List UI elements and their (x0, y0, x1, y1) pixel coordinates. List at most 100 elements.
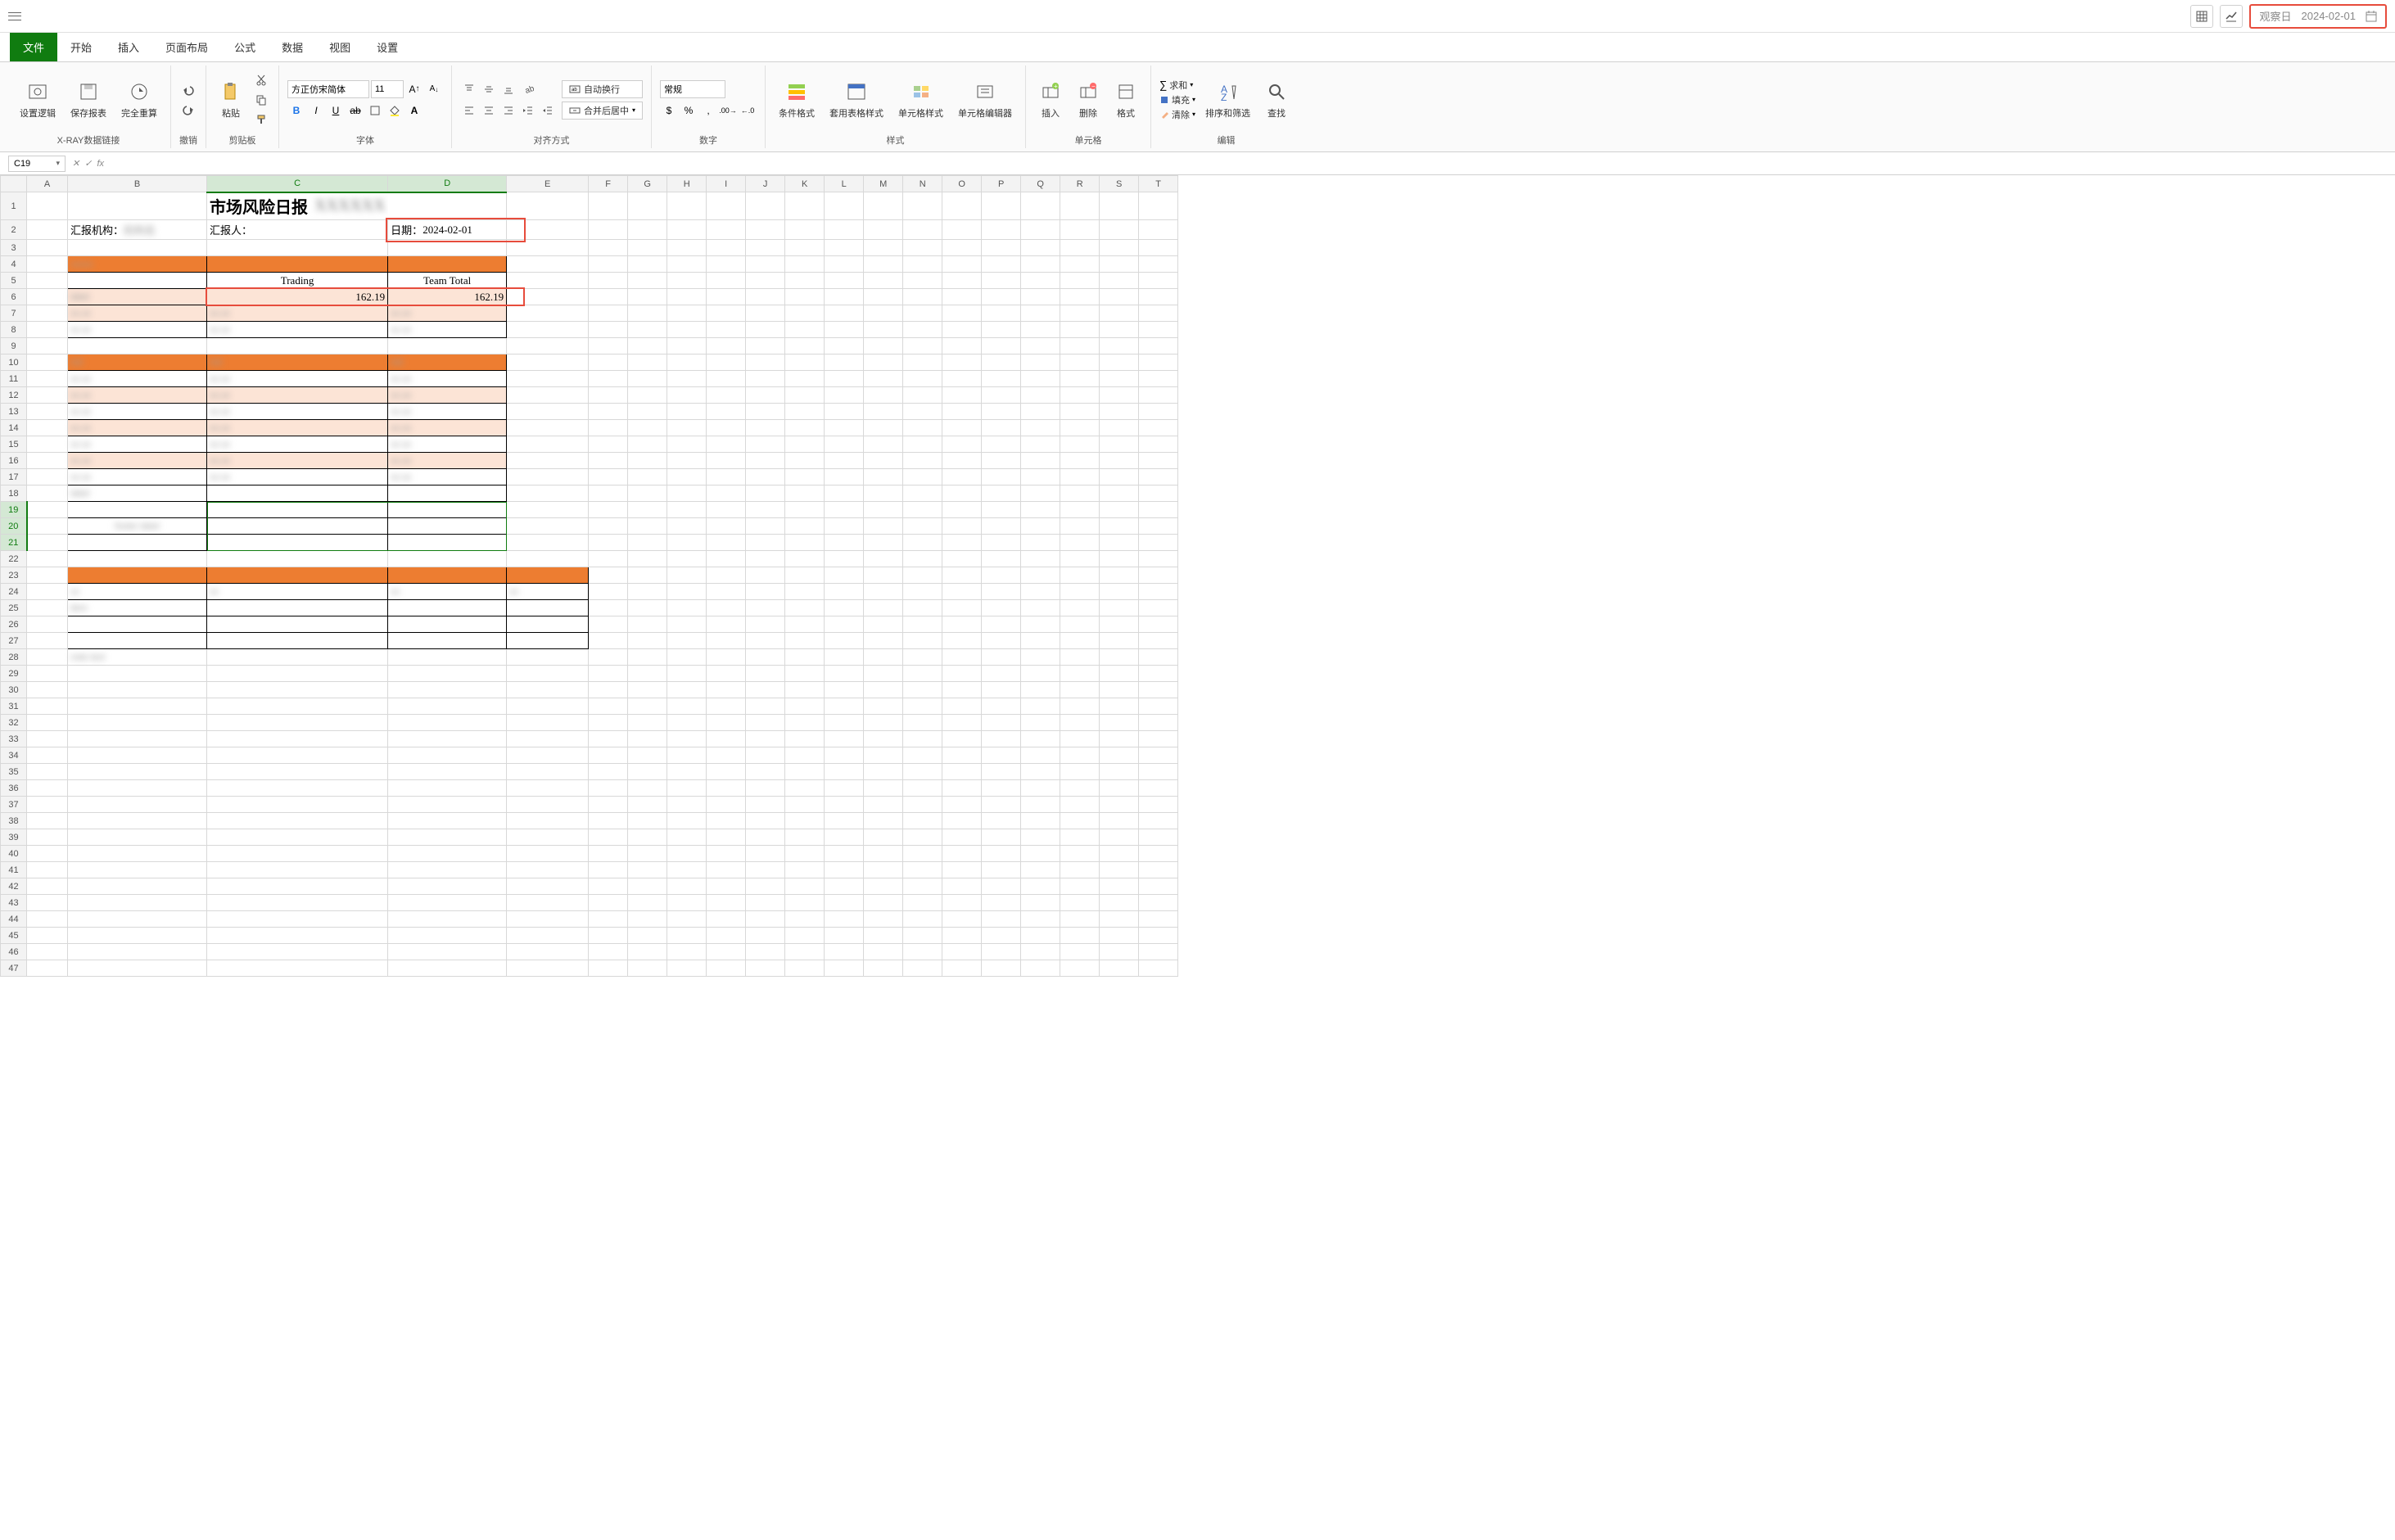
cell-N2[interactable] (903, 220, 942, 240)
cell-L21[interactable] (825, 535, 864, 551)
underline-button[interactable]: U (327, 102, 345, 120)
cell-Q10[interactable] (1021, 355, 1060, 371)
cell-A42[interactable] (27, 878, 68, 895)
cell-H30[interactable] (667, 682, 707, 698)
cell-L46[interactable] (825, 944, 864, 960)
cell-R7[interactable] (1060, 305, 1100, 322)
cell-H5[interactable] (667, 273, 707, 289)
cell-I43[interactable] (707, 895, 746, 911)
cell-L11[interactable] (825, 371, 864, 387)
cell-G4[interactable] (628, 256, 667, 273)
cell-E14[interactable] (507, 420, 589, 436)
redo-button[interactable] (179, 101, 197, 119)
cell-L27[interactable] (825, 633, 864, 649)
cell-S41[interactable] (1100, 862, 1139, 878)
cell-K44[interactable] (785, 911, 825, 928)
cell-I18[interactable] (707, 485, 746, 502)
col-header-G[interactable]: G (628, 176, 667, 192)
undo-button[interactable] (179, 81, 197, 99)
row-header-18[interactable]: 18 (1, 485, 27, 502)
cell-S9[interactable] (1100, 338, 1139, 355)
cell-N10[interactable] (903, 355, 942, 371)
cell-H8[interactable] (667, 322, 707, 338)
cell-A21[interactable] (27, 535, 68, 551)
cell-J8[interactable] (746, 322, 785, 338)
cell-A10[interactable] (27, 355, 68, 371)
cell-P24[interactable] (982, 584, 1021, 600)
cell-P46[interactable] (982, 944, 1021, 960)
cell-H14[interactable] (667, 420, 707, 436)
tab-settings[interactable]: 设置 (364, 33, 411, 61)
cell-I40[interactable] (707, 846, 746, 862)
cell-C5[interactable]: Trading (207, 273, 388, 289)
format-cells-button[interactable]: 格式 (1109, 77, 1142, 123)
cell-L7[interactable] (825, 305, 864, 322)
cell-Q27[interactable] (1021, 633, 1060, 649)
cell-O28[interactable] (942, 649, 982, 666)
decrease-font-button[interactable]: A↓ (425, 80, 443, 98)
cell-H39[interactable] (667, 829, 707, 846)
cell-O25[interactable] (942, 600, 982, 616)
cell-T47[interactable] (1139, 960, 1178, 977)
cell-A3[interactable] (27, 240, 68, 256)
cell-C32[interactable] (207, 715, 388, 731)
cell-N36[interactable] (903, 780, 942, 797)
cell-L47[interactable] (825, 960, 864, 977)
cell-K21[interactable] (785, 535, 825, 551)
cell-K2[interactable] (785, 220, 825, 240)
cell-B25[interactable]: item (68, 600, 207, 616)
cell-R29[interactable] (1060, 666, 1100, 682)
full-recalc-button[interactable]: 完全重算 (116, 77, 162, 123)
row-header-35[interactable]: 35 (1, 764, 27, 780)
cell-I5[interactable] (707, 273, 746, 289)
cell-G23[interactable] (628, 567, 667, 584)
cell-B43[interactable] (68, 895, 207, 911)
cell-L1[interactable] (825, 192, 864, 220)
cell-Q26[interactable] (1021, 616, 1060, 633)
cell-C4[interactable] (207, 256, 388, 273)
cell-E33[interactable] (507, 731, 589, 747)
observation-date-box[interactable]: 观察日 2024-02-01 (2249, 4, 2387, 29)
cell-T3[interactable] (1139, 240, 1178, 256)
cell-S27[interactable] (1100, 633, 1139, 649)
cell-P42[interactable] (982, 878, 1021, 895)
cell-T21[interactable] (1139, 535, 1178, 551)
cell-N38[interactable] (903, 813, 942, 829)
cell-A14[interactable] (27, 420, 68, 436)
cell-A47[interactable] (27, 960, 68, 977)
cell-D29[interactable] (388, 666, 507, 682)
cell-A19[interactable] (27, 502, 68, 518)
cell-H3[interactable] (667, 240, 707, 256)
cell-S21[interactable] (1100, 535, 1139, 551)
orientation-button[interactable]: ab (519, 80, 537, 98)
cell-L34[interactable] (825, 747, 864, 764)
cell-G15[interactable] (628, 436, 667, 453)
cell-D42[interactable] (388, 878, 507, 895)
col-header-K[interactable]: K (785, 176, 825, 192)
cell-style-button[interactable]: 单元格样式 (893, 77, 948, 123)
cell-I6[interactable] (707, 289, 746, 305)
cell-T37[interactable] (1139, 797, 1178, 813)
cell-E42[interactable] (507, 878, 589, 895)
cell-F22[interactable] (589, 551, 628, 567)
cell-T32[interactable] (1139, 715, 1178, 731)
row-header-13[interactable]: 13 (1, 404, 27, 420)
cell-M28[interactable] (864, 649, 903, 666)
cell-F19[interactable] (589, 502, 628, 518)
cell-D25[interactable] (388, 600, 507, 616)
cell-M1[interactable] (864, 192, 903, 220)
cell-J4[interactable] (746, 256, 785, 273)
cell-R31[interactable] (1060, 698, 1100, 715)
cell-S31[interactable] (1100, 698, 1139, 715)
cell-Q2[interactable] (1021, 220, 1060, 240)
cell-R1[interactable] (1060, 192, 1100, 220)
cell-O14[interactable] (942, 420, 982, 436)
cell-H10[interactable] (667, 355, 707, 371)
cell-T33[interactable] (1139, 731, 1178, 747)
cell-E16[interactable] (507, 453, 589, 469)
cell-I13[interactable] (707, 404, 746, 420)
cell-S1[interactable] (1100, 192, 1139, 220)
cell-F30[interactable] (589, 682, 628, 698)
cell-R16[interactable] (1060, 453, 1100, 469)
cell-Q12[interactable] (1021, 387, 1060, 404)
